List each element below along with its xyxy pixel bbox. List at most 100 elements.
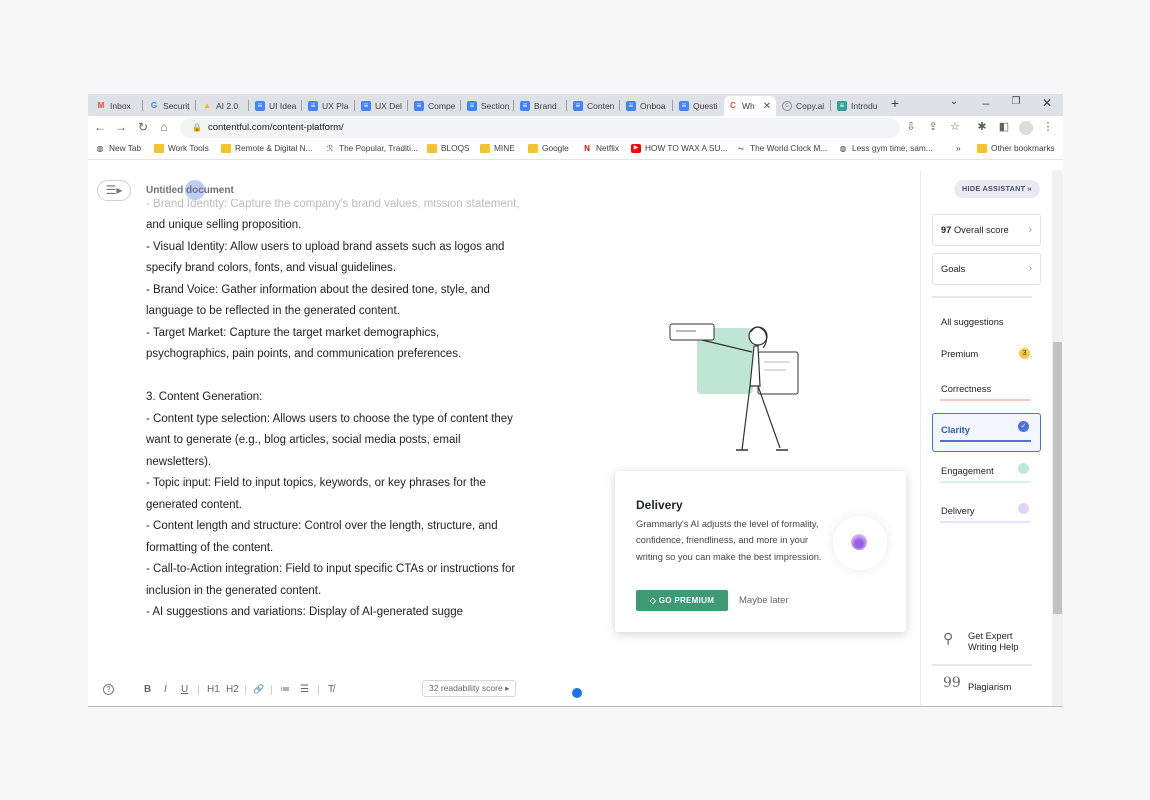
goals-box[interactable]: Goals › xyxy=(932,253,1041,285)
link-icon[interactable]: 🔗 xyxy=(253,684,264,695)
person-illustration xyxy=(669,323,799,451)
chevron-right-icon: › xyxy=(1028,224,1032,235)
overall-score-box[interactable]: 97 Overall score › xyxy=(932,214,1041,246)
docs-icon: ≡ xyxy=(573,101,583,111)
bookmark-world-clock[interactable]: ⏦ The World Clock M... xyxy=(736,143,828,153)
tab-active-contentful[interactable]: C Wh ✕ xyxy=(724,96,776,116)
document-title[interactable]: Untitled document xyxy=(146,185,234,196)
close-window-icon[interactable]: ✕ xyxy=(1039,96,1055,110)
tab-section[interactable]: ≡ Section xyxy=(463,96,511,116)
ordered-list-icon[interactable]: ≔ xyxy=(280,684,290,695)
other-bookmarks[interactable]: Other bookmarks xyxy=(977,143,1055,153)
premium-item[interactable]: Premium xyxy=(941,349,978,359)
readability-score[interactable]: 32 readability score ▸ xyxy=(422,680,517,697)
scrollbar-thumb[interactable] xyxy=(1053,342,1062,614)
install-icon[interactable]: ⇩ xyxy=(904,120,918,133)
home-icon[interactable]: ⌂ xyxy=(157,120,171,134)
text-line: newsletters). xyxy=(146,455,212,468)
expert-help-link[interactable]: Get Expert Writing Help xyxy=(968,631,1032,652)
tab-brand[interactable]: ≡ Brand xyxy=(516,96,564,116)
tab-onboa[interactable]: ≡ Onboa xyxy=(622,96,670,116)
share-icon[interactable]: ⇪ xyxy=(926,120,940,133)
docs-icon: ≡ xyxy=(626,101,636,111)
delivery-item[interactable]: Delivery xyxy=(941,506,975,516)
plagiarism-link[interactable]: Plagiarism xyxy=(968,682,1011,692)
goals-label: Goals xyxy=(941,264,966,274)
docs-icon: ≡ xyxy=(520,101,530,111)
tab-ux-plan[interactable]: ≡ UX Pla xyxy=(304,96,352,116)
help-icon[interactable]: ? xyxy=(103,684,114,695)
tab-ui-idea[interactable]: ≡ UI Idea xyxy=(251,96,299,116)
text-line: - Brand Voice: Gather information about … xyxy=(146,283,490,296)
tab-copyai[interactable]: c Copy.ai xyxy=(778,96,828,116)
sidepanel-icon[interactable]: ◧ xyxy=(997,120,1011,133)
tab-security[interactable]: G Securit xyxy=(145,96,193,116)
tab-search-icon[interactable]: ⌄ xyxy=(946,96,962,107)
h1-button[interactable]: H1 xyxy=(207,684,220,695)
folder-icon xyxy=(480,143,490,153)
text-line: 3. Content Generation: xyxy=(146,391,263,403)
go-premium-button[interactable]: ◇ GO PREMIUM xyxy=(636,590,728,611)
bookmark-remote-digital[interactable]: Remote & Digital N... xyxy=(221,143,312,153)
overall-score-value: 97 xyxy=(941,225,952,235)
text-line: - Content type selection: Allows users t… xyxy=(146,412,513,425)
h2-button[interactable]: H2 xyxy=(226,684,239,695)
engagement-check-icon xyxy=(1018,463,1029,474)
tab-conten[interactable]: ≡ Conten xyxy=(569,96,617,116)
forward-icon[interactable]: → xyxy=(114,120,128,134)
avatar[interactable] xyxy=(1019,121,1033,135)
underline-button[interactable]: U xyxy=(181,684,188,695)
docs-icon: ≡ xyxy=(361,101,371,111)
star-icon[interactable]: ☆ xyxy=(948,120,962,133)
tab-ux-del[interactable]: ≡ UX Del xyxy=(357,96,405,116)
tab-compe[interactable]: ≡ Compe xyxy=(410,96,458,116)
tab-questi[interactable]: ≡ Questi xyxy=(675,96,723,116)
back-icon[interactable]: ← xyxy=(93,120,107,134)
clear-format-icon[interactable]: T̸ xyxy=(328,684,334,695)
all-suggestions-item[interactable]: All suggestions xyxy=(941,317,1004,327)
menu-dots-icon[interactable]: ⋮ xyxy=(1041,120,1055,133)
docs-icon: ≡ xyxy=(414,101,424,111)
engagement-item[interactable]: Engagement xyxy=(941,466,994,476)
address-bar[interactable]: 🔒 contentful.com/content-platform/ xyxy=(180,118,900,138)
lock-icon: 🔒 xyxy=(192,123,202,132)
close-tab-icon[interactable]: ✕ xyxy=(763,101,771,112)
text-line: formatting of the content. xyxy=(146,541,274,554)
correctness-item[interactable]: Correctness xyxy=(941,384,991,394)
bold-button[interactable]: B xyxy=(144,684,151,695)
bookmarks-bar: ◍ New Tab Work Tools Remote & Digital N..… xyxy=(88,140,1063,160)
bookmark-mine[interactable]: MINE xyxy=(480,143,515,153)
folder-icon xyxy=(221,143,231,153)
bookmark-popular[interactable]: ℛ The Popular, Traditi... xyxy=(325,143,418,153)
restore-icon[interactable]: ❐ xyxy=(1008,96,1024,107)
doc-menu-button[interactable]: ☰▸ xyxy=(97,180,131,201)
text-line: generated content. xyxy=(146,498,242,511)
document-body[interactable]: - Brand Identity: Capture the company's … xyxy=(146,199,566,624)
bookmark-google[interactable]: Google xyxy=(528,143,569,153)
folder-icon xyxy=(528,143,538,153)
overall-score-label: Overall score xyxy=(953,225,1009,235)
minimize-icon[interactable]: – xyxy=(978,96,994,110)
bullet-list-icon[interactable]: ☰ xyxy=(300,684,309,695)
tab-introdu[interactable]: ≡ Introdu xyxy=(833,96,881,116)
bookmark-gym[interactable]: ◍ Less gym time, sam... xyxy=(838,143,933,153)
tab-ai[interactable]: ▲ AI 2.0 xyxy=(198,96,246,116)
site-icon: ℛ xyxy=(326,143,334,153)
bookmarks-overflow[interactable]: » xyxy=(956,143,961,153)
bookmark-youtube[interactable]: ▶ HOW TO WAX A SU... xyxy=(631,143,727,153)
bookmark-work-tools[interactable]: Work Tools xyxy=(154,143,209,153)
bookmark-bloqs[interactable]: BLOQS xyxy=(427,143,470,153)
tab-inbox[interactable]: M Inbox xyxy=(92,96,140,116)
bookmark-netflix[interactable]: N Netflix xyxy=(582,143,619,153)
hide-assistant-button[interactable]: HIDE ASSISTANT » xyxy=(954,180,1040,198)
new-tab-button[interactable]: + xyxy=(887,95,903,111)
italic-button[interactable]: I xyxy=(164,684,167,695)
bookmark-new-tab[interactable]: ◍ New Tab xyxy=(95,143,142,153)
docs-icon: ≡ xyxy=(255,101,265,111)
docs-icon: ≡ xyxy=(679,101,689,111)
maybe-later-button[interactable]: Maybe later xyxy=(739,595,789,606)
extensions-icon[interactable]: ✱ xyxy=(975,120,989,133)
reload-icon[interactable]: ↻ xyxy=(136,120,150,134)
premium-count-badge: 3 xyxy=(1019,348,1030,359)
text-line: - Content length and structure: Control … xyxy=(146,520,498,532)
